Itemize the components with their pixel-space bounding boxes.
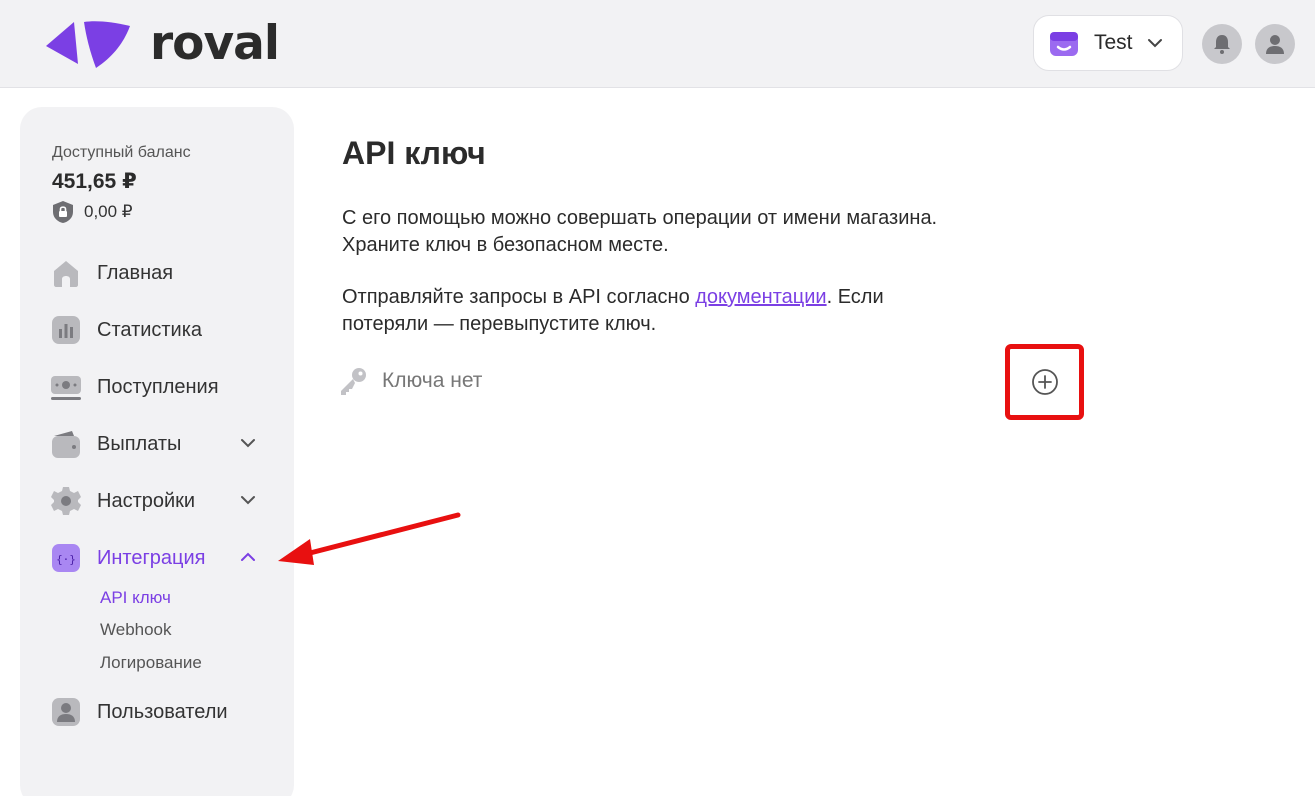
- logo-text: roval: [150, 15, 280, 71]
- sidebar-item-payouts[interactable]: Выплаты: [50, 424, 270, 464]
- sidebar-item-label: Пользователи: [97, 700, 228, 723]
- chevron-down-icon: [1147, 39, 1162, 48]
- shield-lock-icon: [53, 201, 73, 223]
- logo-icon: [46, 21, 130, 68]
- docs-text: Отправляйте запросы в API согласно: [342, 286, 696, 308]
- wallet-icon: [50, 428, 82, 460]
- description-line: Храните ключ в безопасном месте.: [342, 234, 669, 256]
- chevron-up-icon[interactable]: [240, 552, 256, 562]
- gear-icon: [50, 485, 82, 517]
- plus-circle-icon: [1031, 369, 1058, 395]
- sidebar-item-home[interactable]: Главная: [50, 253, 270, 293]
- description-line: С его помощью можно совершать операции о…: [342, 207, 938, 229]
- code-icon: {·}: [50, 542, 82, 574]
- sidebar-subitem-api-key[interactable]: API ключ: [100, 588, 171, 608]
- sidebar-item-users[interactable]: Пользователи: [50, 692, 270, 732]
- sidebar-item-label: Статистика: [97, 318, 203, 341]
- shop-switcher[interactable]: Test: [1033, 15, 1183, 71]
- svg-text:{·}: {·}: [56, 553, 76, 566]
- description-paragraph: С его помощью можно совершать операции о…: [342, 205, 1062, 259]
- sidebar-item-label: Главная: [97, 261, 174, 284]
- chevron-down-icon[interactable]: [240, 438, 256, 448]
- sidebar-item-label: Настройки: [97, 489, 196, 512]
- notifications-button[interactable]: [1202, 24, 1242, 64]
- user-icon: [50, 696, 82, 728]
- user-icon: [1266, 35, 1284, 54]
- sidebar-item-integration[interactable]: {·} Интеграция: [50, 538, 270, 578]
- balance-value: 451,65 ₽: [52, 170, 137, 193]
- bell-icon: [1214, 35, 1230, 54]
- docs-paragraph: Отправляйте запросы в API согласно докум…: [342, 284, 1062, 338]
- docs-line: потеряли — перевыпустите ключ.: [342, 313, 657, 335]
- hold-value: 0,00 ₽: [84, 202, 133, 221]
- docs-line: Отправляйте запросы в API согласно докум…: [342, 284, 1062, 311]
- sidebar: Доступный баланс 451,65 ₽ 0,00 ₽ Главная…: [20, 107, 294, 796]
- documentation-link[interactable]: документации: [695, 286, 826, 308]
- add-key-button[interactable]: [1005, 344, 1084, 420]
- sidebar-item-settings[interactable]: Настройки: [50, 481, 270, 521]
- page-title: API ключ: [342, 135, 486, 171]
- sidebar-item-label: Выплаты: [97, 432, 182, 455]
- sidebar-subitem-webhook[interactable]: Webhook: [100, 620, 172, 640]
- hold-balance: 0,00 ₽: [52, 200, 133, 224]
- top-header: roval Test: [0, 0, 1315, 88]
- logo[interactable]: roval: [44, 15, 280, 71]
- sidebar-subitem-logging[interactable]: Логирование: [100, 653, 202, 673]
- sidebar-item-label: Поступления: [97, 375, 219, 398]
- key-icon: [341, 368, 366, 395]
- balance-label: Доступный баланс: [52, 144, 191, 161]
- annotation-arrow-icon: [278, 512, 461, 565]
- shop-name: Test: [1094, 31, 1133, 54]
- chart-icon: [50, 314, 82, 346]
- no-key-text: Ключа нет: [382, 369, 483, 392]
- sidebar-item-label: Интеграция: [97, 546, 206, 569]
- income-icon: [50, 371, 82, 403]
- sidebar-item-statistics[interactable]: Статистика: [50, 310, 270, 350]
- shop-icon: [1050, 32, 1078, 56]
- sidebar-item-income[interactable]: Поступления: [50, 367, 270, 407]
- docs-text: . Если: [826, 286, 884, 308]
- profile-button[interactable]: [1255, 24, 1295, 64]
- home-icon: [50, 257, 82, 289]
- api-key-row: Ключа нет: [338, 366, 482, 396]
- chevron-down-icon[interactable]: [240, 495, 256, 505]
